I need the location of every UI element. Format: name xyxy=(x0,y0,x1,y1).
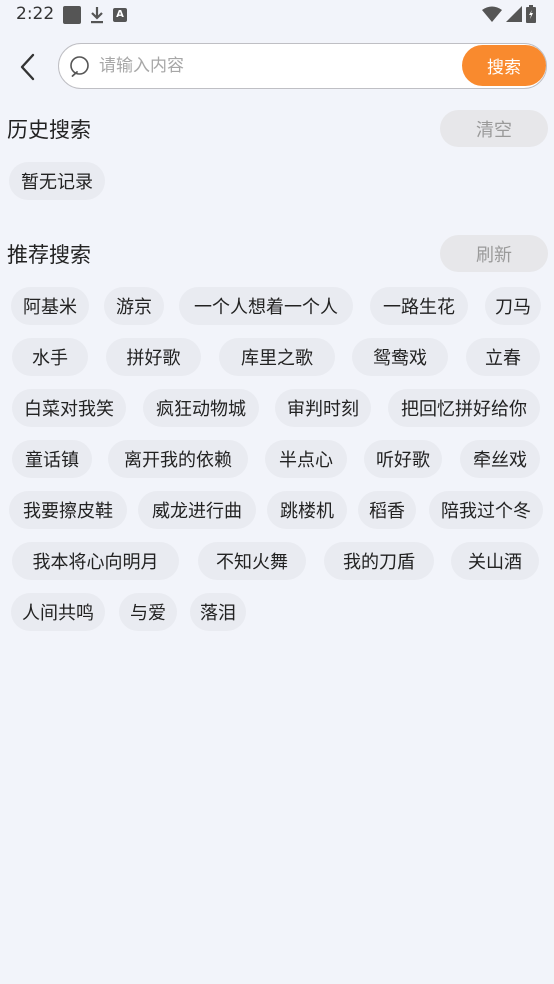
recommend-tag[interactable]: 白菜对我笑 xyxy=(12,389,126,427)
recommend-tag[interactable]: 听好歌 xyxy=(364,440,442,478)
recommend-tag[interactable]: 落泪 xyxy=(190,593,246,631)
recommend-tag[interactable]: 把回忆拼好给你 xyxy=(388,389,540,427)
search-icon xyxy=(70,56,89,77)
recommend-tag[interactable]: 拼好歌 xyxy=(106,338,201,376)
recommend-tag[interactable]: 人间共鸣 xyxy=(11,593,105,631)
keyboard-a-icon: A xyxy=(113,8,127,22)
search-button[interactable]: 搜索 xyxy=(462,45,546,86)
recommend-tag[interactable]: 跳楼机 xyxy=(267,491,347,529)
recommend-tag[interactable]: 立春 xyxy=(466,338,540,376)
recommend-tag[interactable]: 库里之歌 xyxy=(219,338,335,376)
recommend-tag[interactable]: 童话镇 xyxy=(12,440,92,478)
system-icons xyxy=(482,5,536,28)
status-time: 2:22 xyxy=(16,4,55,24)
recommend-title: 推荐搜索 xyxy=(7,243,91,267)
refresh-button[interactable]: 刷新 xyxy=(440,235,548,272)
search-box: 搜索 xyxy=(58,43,547,89)
recommend-tag[interactable]: 刀马 xyxy=(485,287,541,325)
history-title: 历史搜索 xyxy=(7,118,91,142)
recommend-tag[interactable]: 阿基米 xyxy=(11,287,89,325)
wifi-icon xyxy=(482,6,502,27)
chevron-left-icon xyxy=(20,53,35,81)
history-empty-text: 暂无记录 xyxy=(9,162,105,200)
recommend-tag[interactable]: 游京 xyxy=(104,287,164,325)
recommend-tag[interactable]: 陪我过个冬 xyxy=(429,491,543,529)
recommend-tag[interactable]: 半点心 xyxy=(265,440,347,478)
recommend-tag[interactable]: 与爱 xyxy=(119,593,177,631)
back-button[interactable] xyxy=(12,50,42,84)
recommend-tag[interactable]: 水手 xyxy=(12,338,88,376)
search-bar: 搜索 xyxy=(0,40,554,94)
recommend-tag[interactable]: 牵丝戏 xyxy=(460,440,540,478)
battery-icon xyxy=(526,5,536,28)
recommend-tag[interactable]: 不知火舞 xyxy=(198,542,306,580)
recommend-tag[interactable]: 我本将心向明月 xyxy=(12,542,179,580)
recommend-tag[interactable]: 我要擦皮鞋 xyxy=(9,491,127,529)
clear-history-button[interactable]: 清空 xyxy=(440,110,548,147)
status-bar: 2:22 A xyxy=(0,0,554,30)
recommend-tag[interactable]: 审判时刻 xyxy=(275,389,371,427)
recommend-tag[interactable]: 疯狂动物城 xyxy=(143,389,259,427)
signal-icon xyxy=(506,6,522,27)
search-input[interactable] xyxy=(99,50,454,82)
recommend-tag[interactable]: 我的刀盾 xyxy=(324,542,434,580)
recommend-tag[interactable]: 威龙进行曲 xyxy=(138,491,256,529)
app-notification-icon xyxy=(63,6,81,24)
recommend-tag[interactable]: 一个人想着一个人 xyxy=(179,287,353,325)
recommend-tag[interactable]: 一路生花 xyxy=(370,287,468,325)
recommend-tag[interactable]: 鸳鸯戏 xyxy=(352,338,448,376)
recommend-tag[interactable]: 离开我的依赖 xyxy=(108,440,248,478)
recommend-tag[interactable]: 稻香 xyxy=(358,491,416,529)
notification-icons: A xyxy=(63,6,127,24)
download-icon xyxy=(89,6,105,24)
recommend-tag[interactable]: 关山酒 xyxy=(451,542,539,580)
